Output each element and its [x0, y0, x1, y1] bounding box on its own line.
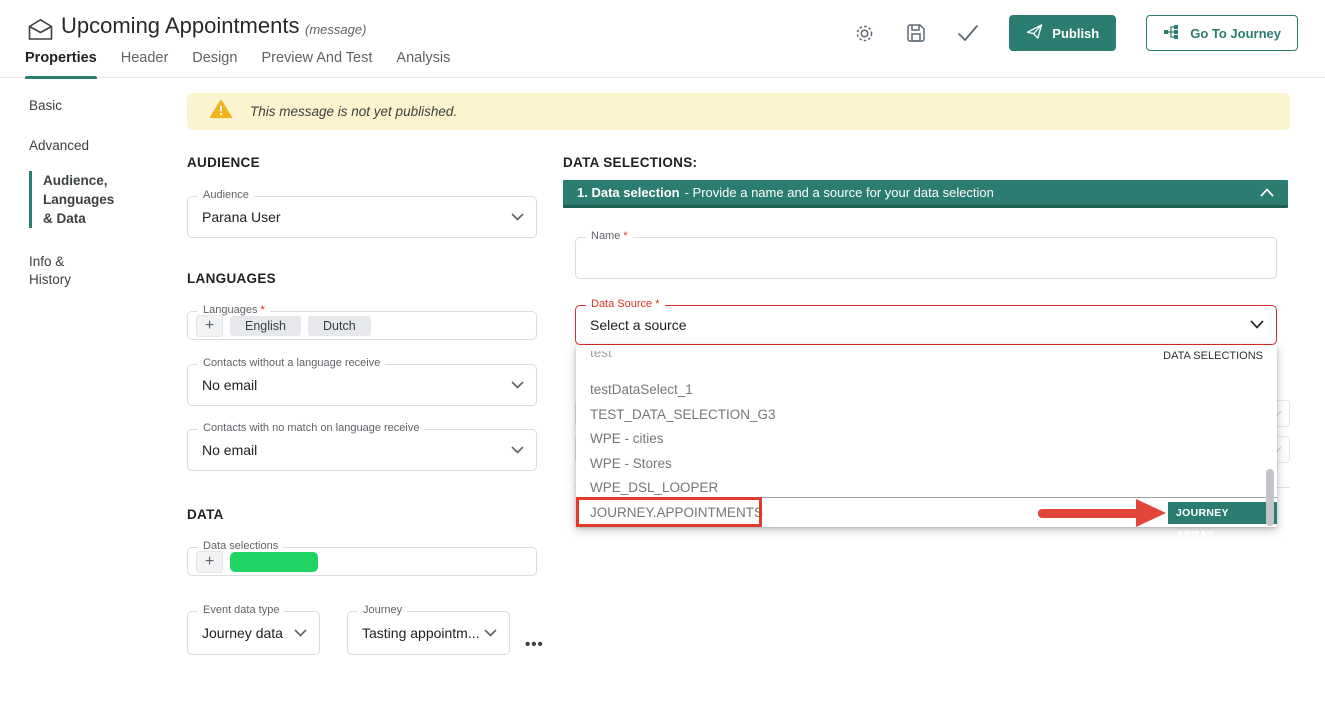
- app-window: Upcoming Appointments (message) Properti…: [0, 0, 1325, 709]
- chevron-down-icon: [511, 376, 524, 394]
- dropdown-item-wpe-dsl-looper[interactable]: WPE_DSL_LOOPER: [590, 479, 718, 496]
- go-to-journey-button[interactable]: Go To Journey: [1146, 15, 1298, 51]
- page-title: Upcoming Appointments: [61, 13, 299, 39]
- language-chip-english[interactable]: English: [230, 316, 301, 336]
- data-selections-panel: DATA SELECTIONS: 1. Data selection - Pro…: [563, 85, 1298, 709]
- event-data-type-value: Journey data: [202, 625, 283, 641]
- sidebar-item-advanced[interactable]: Advanced: [29, 136, 89, 155]
- publish-plane-icon: [1026, 24, 1043, 42]
- warning-text: This message is not yet published.: [250, 104, 457, 119]
- tab-header[interactable]: Header: [121, 47, 169, 78]
- add-data-selection-button[interactable]: +: [196, 551, 223, 573]
- event-data-type-label: Event data type: [198, 604, 284, 616]
- tab-bar: Properties Header Design Preview And Tes…: [25, 47, 450, 78]
- chevron-down-icon: [294, 624, 307, 642]
- dropdown-item-wpe-cities[interactable]: WPE - cities: [590, 430, 664, 447]
- collapse-chevron-up-icon[interactable]: [1260, 185, 1274, 200]
- no-match-value: No email: [202, 442, 257, 458]
- no-language-value: No email: [202, 377, 257, 393]
- tab-design[interactable]: Design: [192, 47, 237, 78]
- chevron-down-icon: [511, 441, 524, 459]
- dropdown-item-testdataselect-1[interactable]: testDataSelect_1: [590, 381, 693, 398]
- data-selections-heading: DATA SELECTIONS:: [563, 155, 697, 170]
- data-selection-step-header[interactable]: 1. Data selection - Provide a name and a…: [563, 180, 1288, 208]
- audience-heading: AUDIENCE: [187, 155, 260, 170]
- chevron-down-icon: [484, 624, 497, 642]
- sidebar-item-info-history[interactable]: Info & History: [29, 253, 85, 289]
- no-language-select[interactable]: Contacts without a language receive No e…: [187, 364, 537, 406]
- no-match-select[interactable]: Contacts with no match on language recei…: [187, 429, 537, 471]
- journey-label: Journey: [358, 604, 407, 616]
- chevron-down-icon: [1250, 316, 1264, 334]
- step-description: - Provide a name and a source for your d…: [685, 185, 994, 200]
- sidebar-item-audience-languages-data[interactable]: Audience, Languages & Data: [29, 171, 124, 228]
- dropdown-group-label: DATA SELECTIONS: [1163, 350, 1263, 362]
- required-asterisk: *: [623, 230, 627, 242]
- validate-check-icon[interactable]: [957, 22, 979, 44]
- more-options-button[interactable]: •••: [525, 636, 544, 653]
- data-source-label: Data Source: [591, 298, 652, 310]
- annotation-arrow: [1038, 509, 1140, 518]
- audience-select[interactable]: Audience Parana User: [187, 196, 537, 238]
- tab-analysis[interactable]: Analysis: [396, 47, 450, 78]
- audience-label: Audience: [198, 189, 254, 201]
- languages-field: Languages * + English Dutch: [187, 311, 537, 340]
- dropdown-item-test-data-selection-g3[interactable]: TEST_DATA_SELECTION_G3: [590, 406, 776, 423]
- tab-properties[interactable]: Properties: [25, 47, 97, 78]
- required-asterisk: *: [655, 298, 659, 310]
- dropdown-item-wpe-stores[interactable]: WPE - Stores: [590, 455, 672, 472]
- data-source-select[interactable]: Data Source * Select a source: [575, 305, 1277, 345]
- data-source-dropdown: DATA SELECTIONS test testDataSelect_1 TE…: [576, 345, 1277, 527]
- message-envelope-icon: [27, 18, 54, 46]
- data-selection-chip[interactable]: [230, 552, 318, 572]
- page-subtype: (message): [305, 22, 366, 37]
- journey-flow-icon: [1163, 24, 1181, 43]
- step-title: 1. Data selection: [577, 185, 680, 200]
- event-data-type-select[interactable]: Event data type Journey data: [187, 611, 320, 655]
- top-header: Upcoming Appointments (message) Properti…: [0, 0, 1325, 78]
- publish-button[interactable]: Publish: [1009, 15, 1116, 51]
- language-chip-dutch[interactable]: Dutch: [308, 316, 371, 336]
- add-language-button[interactable]: +: [196, 315, 223, 337]
- tab-preview-and-test[interactable]: Preview And Test: [261, 47, 372, 78]
- journey-value: Tasting appointm...: [362, 625, 480, 641]
- journey-appointments-label: JOURNEY.APPOINTMENTS: [590, 505, 763, 520]
- name-label: Name: [591, 230, 620, 242]
- save-icon[interactable]: [905, 22, 927, 44]
- data-heading: DATA: [187, 507, 224, 522]
- annotation-arrow-head: [1136, 499, 1166, 527]
- languages-heading: LANGUAGES: [187, 271, 276, 286]
- name-input[interactable]: [588, 244, 1264, 272]
- no-match-label: Contacts with no match on language recei…: [198, 422, 424, 434]
- warning-triangle-icon: [210, 99, 232, 124]
- data-source-placeholder: Select a source: [590, 317, 687, 333]
- settings-gear-icon[interactable]: [853, 22, 875, 44]
- no-language-label: Contacts without a language receive: [198, 357, 385, 369]
- sidebar-item-basic[interactable]: Basic: [29, 96, 62, 115]
- dropdown-item-journey-appointments[interactable]: JOURNEY.APPOINTMENTS JOURNEY ARRAY: [576, 498, 1277, 527]
- journey-array-badge: JOURNEY ARRAY: [1168, 502, 1277, 524]
- name-field[interactable]: Name *: [575, 237, 1277, 279]
- audience-value: Parana User: [202, 209, 281, 225]
- data-selections-field: Data selections +: [187, 547, 537, 576]
- dropdown-scrollbar-thumb[interactable]: [1266, 469, 1274, 526]
- dropdown-item-test[interactable]: test: [590, 351, 612, 362]
- chevron-down-icon: [511, 208, 524, 226]
- journey-select[interactable]: Journey Tasting appointm...: [347, 611, 510, 655]
- header-actions: Publish Go To Journey: [853, 15, 1298, 51]
- left-sidebar: Basic Advanced Audience, Languages & Dat…: [0, 78, 186, 709]
